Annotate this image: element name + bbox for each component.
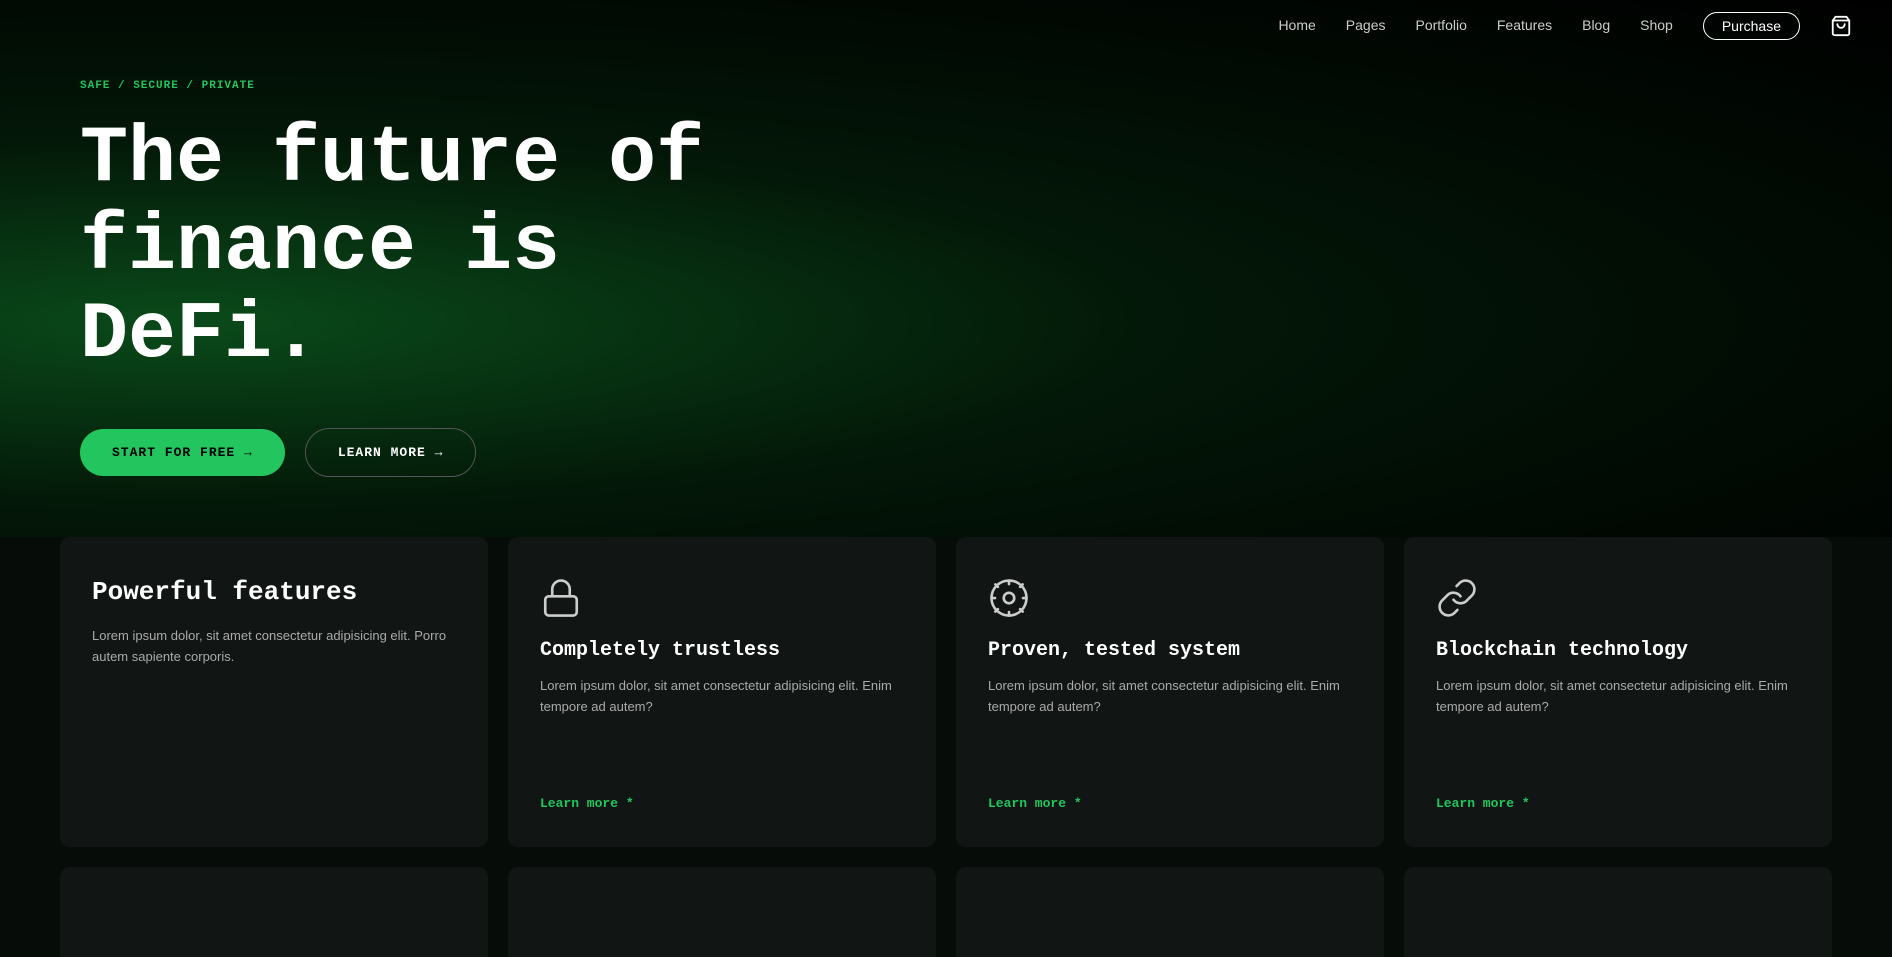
cards-section: Powerful features Lorem ipsum dolor, sit… <box>0 537 1892 957</box>
card-link-trustless[interactable]: Learn more * <box>540 796 904 811</box>
card-title-trustless: Completely trustless <box>540 639 904 662</box>
card-title-blockchain: Blockchain technology <box>1436 639 1800 662</box>
nav-link-shop[interactable]: Shop <box>1640 17 1673 33</box>
nav-links: Home Pages Portfolio Features Blog Shop … <box>1278 12 1852 40</box>
nav-item-shop[interactable]: Shop <box>1640 17 1673 35</box>
nav-link-pages[interactable]: Pages <box>1346 17 1386 33</box>
purchase-button[interactable]: Purchase <box>1703 12 1800 40</box>
card-text-blockchain: Lorem ipsum dolor, sit amet consectetur … <box>1436 676 1800 778</box>
bottom-card-2 <box>508 867 936 957</box>
bottom-card-4 <box>1404 867 1832 957</box>
card-text-trustless: Lorem ipsum dolor, sit amet consectetur … <box>540 676 904 778</box>
card-title-tested: Proven, tested system <box>988 639 1352 662</box>
cards-grid: Powerful features Lorem ipsum dolor, sit… <box>60 537 1832 847</box>
nav-link-blog[interactable]: Blog <box>1582 17 1610 33</box>
nav-link-portfolio[interactable]: Portfolio <box>1416 17 1467 33</box>
card-link-tested[interactable]: Learn more * <box>988 796 1352 811</box>
bottom-cards-row <box>60 867 1832 957</box>
nav-item-portfolio[interactable]: Portfolio <box>1416 17 1467 35</box>
chain-icon <box>1436 577 1478 619</box>
hero-eyebrow: SAFE / SECURE / PRIVATE <box>80 80 1812 92</box>
lock-icon <box>540 577 582 619</box>
bottom-card-1 <box>60 867 488 957</box>
card-text-powerful: Lorem ipsum dolor, sit amet consectetur … <box>92 626 456 811</box>
hero-section: SAFE / SECURE / PRIVATE The future of fi… <box>0 0 1892 537</box>
hero-buttons: START FOR FREE → LEARN MORE → <box>80 428 1812 477</box>
card-link-blockchain[interactable]: Learn more * <box>1436 796 1800 811</box>
nav-item-blog[interactable]: Blog <box>1582 17 1610 35</box>
nav-item-features[interactable]: Features <box>1497 17 1552 35</box>
navbar: Home Pages Portfolio Features Blog Shop … <box>0 0 1892 52</box>
nav-link-features[interactable]: Features <box>1497 17 1552 33</box>
start-free-button[interactable]: START FOR FREE → <box>80 429 285 476</box>
nav-link-home[interactable]: Home <box>1278 17 1315 33</box>
nav-item-home[interactable]: Home <box>1278 17 1315 35</box>
card-trustless: Completely trustless Lorem ipsum dolor, … <box>508 537 936 847</box>
learn-more-button[interactable]: LEARN MORE → <box>305 428 477 477</box>
gear-circle-icon <box>988 577 1030 619</box>
card-title-powerful: Powerful features <box>92 577 456 608</box>
card-blockchain: Blockchain technology Lorem ipsum dolor,… <box>1404 537 1832 847</box>
card-text-tested: Lorem ipsum dolor, sit amet consectetur … <box>988 676 1352 778</box>
hero-title: The future of finance is DeFi. <box>80 116 780 380</box>
card-tested-system: Proven, tested system Lorem ipsum dolor,… <box>956 537 1384 847</box>
card-powerful-features: Powerful features Lorem ipsum dolor, sit… <box>60 537 488 847</box>
nav-item-pages[interactable]: Pages <box>1346 17 1386 35</box>
bottom-card-3 <box>956 867 1384 957</box>
cart-icon[interactable] <box>1830 15 1852 37</box>
